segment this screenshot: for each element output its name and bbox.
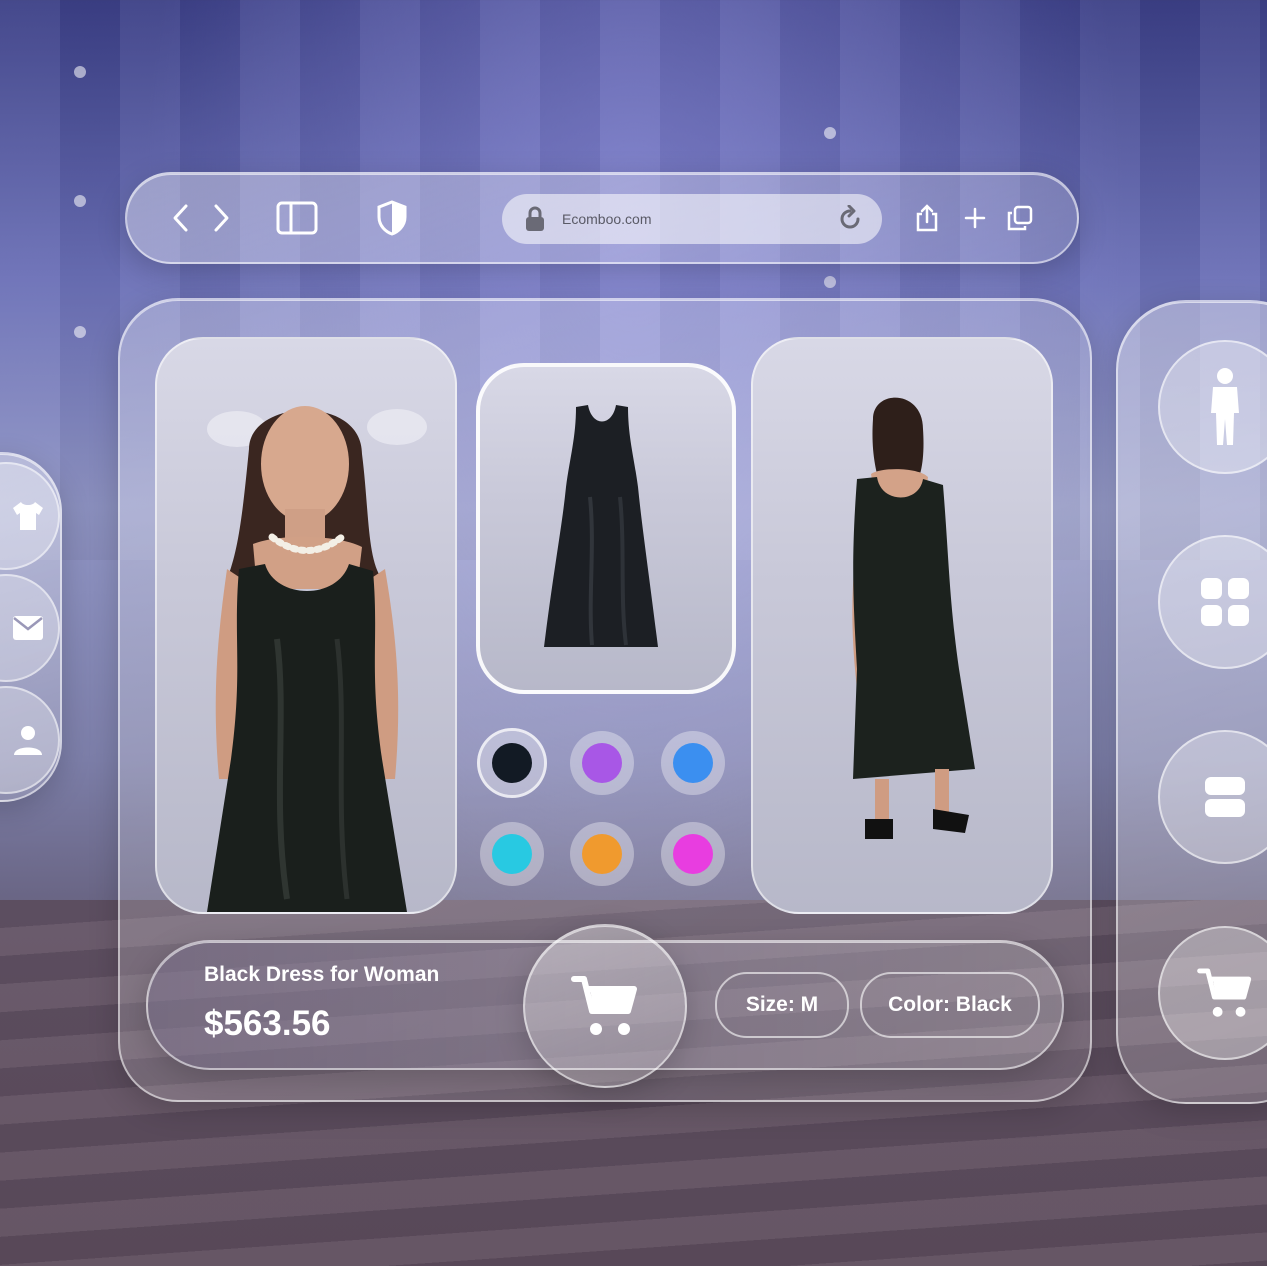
privacy-button[interactable] bbox=[372, 174, 412, 262]
swatch-magenta[interactable] bbox=[661, 822, 725, 886]
browser-toolbar: Ecomboo.com bbox=[125, 172, 1079, 264]
reload-icon[interactable] bbox=[836, 205, 864, 233]
window-dot bbox=[74, 195, 86, 207]
url-text: Ecomboo.com bbox=[562, 211, 652, 227]
shield-icon bbox=[377, 200, 407, 236]
forward-button[interactable] bbox=[203, 174, 239, 262]
swatch-cyan[interactable] bbox=[480, 822, 544, 886]
product-name: Black Dress for Woman bbox=[204, 963, 440, 986]
swatch-orange[interactable] bbox=[570, 822, 634, 886]
chevron-right-icon bbox=[214, 204, 229, 232]
dress-image bbox=[544, 405, 658, 647]
profile-icon bbox=[14, 726, 42, 755]
swatch-dot bbox=[492, 834, 532, 874]
window-dot bbox=[74, 326, 86, 338]
product-price: $563.56 bbox=[204, 1004, 331, 1043]
share-icon bbox=[916, 204, 938, 232]
model-back-image bbox=[852, 397, 975, 839]
share-button[interactable] bbox=[912, 174, 942, 262]
chevron-left-icon bbox=[173, 204, 188, 232]
back-button[interactable] bbox=[163, 174, 199, 262]
window-dot bbox=[824, 127, 836, 139]
window-dot bbox=[74, 66, 86, 78]
swatch-dot bbox=[582, 834, 622, 874]
address-bar[interactable]: Ecomboo.com bbox=[502, 194, 882, 244]
sidebar-toggle-button[interactable] bbox=[272, 174, 322, 262]
cart-icon bbox=[1197, 968, 1252, 1017]
swatch-purple[interactable] bbox=[570, 731, 634, 795]
product-photo-selected[interactable] bbox=[476, 363, 736, 694]
model-back-photo[interactable] bbox=[751, 337, 1053, 914]
plus-icon bbox=[964, 207, 986, 229]
swatch-black[interactable] bbox=[480, 731, 544, 795]
mail-icon bbox=[13, 616, 43, 640]
grid-icon bbox=[1201, 578, 1249, 626]
swatch-blue[interactable] bbox=[661, 731, 725, 795]
sidebar-icon bbox=[276, 201, 318, 235]
list-icon bbox=[1205, 777, 1245, 817]
swatch-dot bbox=[582, 743, 622, 783]
lock-icon bbox=[526, 206, 544, 231]
swatch-dot bbox=[673, 743, 713, 783]
person-icon bbox=[1211, 368, 1239, 445]
size-selector[interactable]: Size: M bbox=[715, 972, 849, 1038]
tabs-overview-button[interactable] bbox=[1005, 174, 1035, 262]
swatch-dot bbox=[492, 743, 532, 783]
shirt-icon bbox=[13, 502, 43, 530]
window-dot bbox=[824, 276, 836, 288]
model-front-photo[interactable] bbox=[155, 337, 457, 914]
color-selector[interactable]: Color: Black bbox=[860, 972, 1040, 1038]
add-to-cart-button[interactable] bbox=[523, 924, 687, 1088]
cart-icon bbox=[571, 976, 637, 1035]
tabs-icon bbox=[1007, 205, 1033, 231]
swatch-dot bbox=[673, 834, 713, 874]
new-tab-button[interactable] bbox=[960, 174, 990, 262]
model-front-image bbox=[207, 406, 427, 912]
